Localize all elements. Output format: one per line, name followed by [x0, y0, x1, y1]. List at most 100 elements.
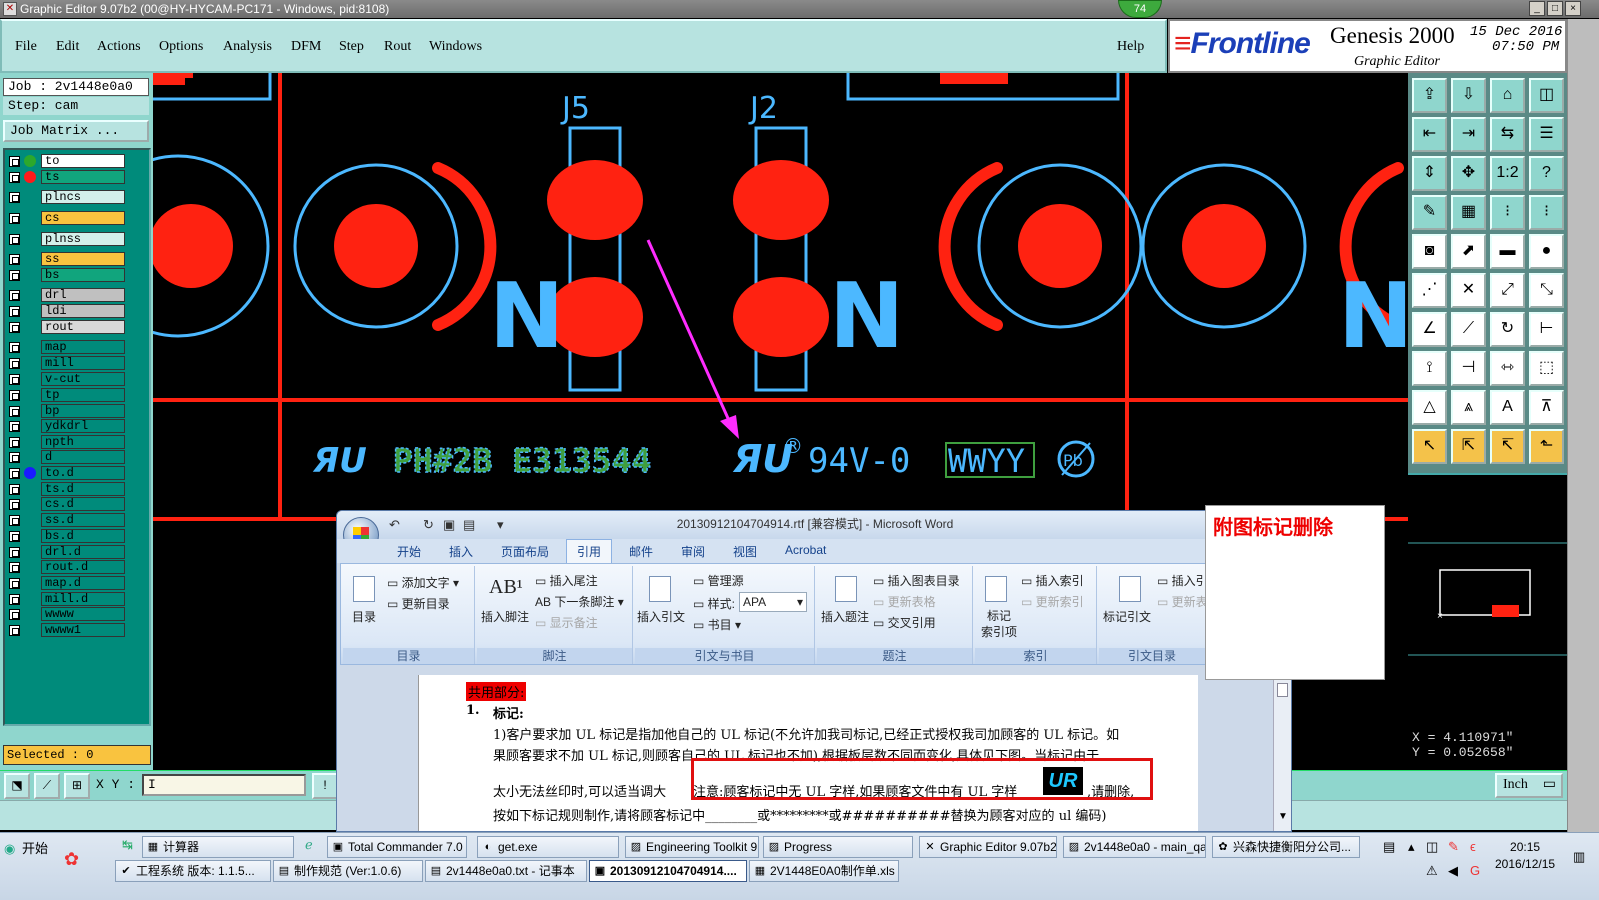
stretch-tool-icon[interactable]: ⤡	[1529, 273, 1564, 308]
cross-reference-button[interactable]: ▭ 交叉引用	[873, 614, 936, 631]
taskbar-item[interactable]: ◐ get.exe	[477, 836, 619, 858]
layer-row-to-d[interactable]: to.d	[9, 466, 127, 480]
layer-checkbox[interactable]	[9, 270, 20, 281]
layer-row-mill-d[interactable]: mill.d	[9, 592, 127, 606]
layer-row-wwww1[interactable]: wwww1	[9, 623, 127, 637]
snap-tool-icon[interactable]: ⁝	[1490, 195, 1525, 230]
split-view-icon[interactable]: ◫	[1529, 78, 1564, 113]
layer-name[interactable]: npth	[41, 435, 125, 449]
toc-button[interactable]: 目录	[352, 608, 376, 625]
save-icon[interactable]: ▣	[443, 517, 455, 533]
insert-citation-button[interactable]: 插入引文	[637, 608, 685, 625]
transform-tool-icon[interactable]: ⬚	[1529, 351, 1564, 386]
layer-row-drl-d[interactable]: drl.d	[9, 545, 127, 559]
mark-entry-button[interactable]: 标记 索引项	[981, 608, 1017, 640]
insert-caption-button[interactable]: 插入题注	[821, 608, 869, 625]
layer-name[interactable]: rout	[41, 320, 125, 334]
volume-icon[interactable]: ◀	[1448, 863, 1458, 879]
tray-icon[interactable]: ◫	[1426, 839, 1438, 855]
rotate-tool-icon[interactable]: ↻	[1490, 312, 1525, 347]
close-button[interactable]: ×	[1565, 1, 1581, 16]
show-notes-button[interactable]: ▭ 显示备注	[535, 614, 598, 631]
layer-name[interactable]: mill.d	[41, 592, 125, 606]
pan-up-icon[interactable]: ⇪	[1412, 78, 1447, 113]
layer-name[interactable]: map.d	[41, 576, 125, 590]
place-tool-icon[interactable]: ⟟	[1412, 351, 1447, 386]
layer-checkbox[interactable]	[9, 322, 20, 333]
text-tool-icon[interactable]: A	[1490, 390, 1525, 425]
layer-name[interactable]: tp	[41, 388, 125, 402]
layer-row-ss[interactable]: ss	[9, 252, 127, 266]
layer-name[interactable]: bs.d	[41, 529, 125, 543]
tray-expand-icon[interactable]: ▴	[1408, 839, 1415, 855]
layer-checkbox[interactable]	[9, 609, 20, 620]
connect-tool-icon[interactable]: ⋰	[1412, 273, 1447, 308]
unit-selector[interactable]: Inch ▭	[1495, 773, 1563, 798]
job-matrix-button[interactable]: Job Matrix ...	[3, 120, 149, 142]
zoom-tool-button[interactable]: ⬔	[4, 773, 30, 799]
update-toc-button[interactable]: ▭ 更新目录	[387, 595, 450, 612]
menu-dfm[interactable]: DFM	[291, 39, 321, 55]
layer-checkbox[interactable]	[9, 290, 20, 301]
flip-tool-icon[interactable]: ⊣	[1451, 351, 1486, 386]
layer-row-bs[interactable]: bs	[9, 268, 127, 282]
document-scrollbar[interactable]: ▼	[1273, 675, 1291, 831]
grid-tool-icon[interactable]: ▦	[1451, 195, 1486, 230]
tray-icon[interactable]: ϵ	[1470, 839, 1476, 854]
help-icon[interactable]: ?	[1529, 156, 1564, 191]
layer-checkbox[interactable]	[9, 374, 20, 385]
quicklaunch-icon[interactable]: ↹	[122, 837, 133, 853]
layer-row-bp[interactable]: bp	[9, 404, 127, 418]
customize-qat-icon[interactable]: ▾	[497, 517, 504, 533]
insert-tof-button[interactable]: ▭ 插入图表目录	[873, 572, 960, 589]
layer-checkbox[interactable]	[9, 484, 20, 495]
layer-checkbox[interactable]	[9, 578, 20, 589]
taskbar-item[interactable]: ▨ 2v1448e0a0 - main_qa	[1063, 836, 1206, 858]
box-select-tool-icon[interactable]: ⇱	[1451, 429, 1486, 464]
layer-row-npth[interactable]: npth	[9, 435, 127, 449]
pan-right-icon[interactable]: ⇥	[1451, 117, 1486, 152]
layer-row-bs-d[interactable]: bs.d	[9, 529, 127, 543]
layer-name[interactable]: drl.d	[41, 545, 125, 559]
layer-checkbox[interactable]	[9, 562, 20, 573]
layer-name[interactable]: plnss	[41, 232, 125, 246]
menu-help[interactable]: Help	[1117, 39, 1144, 55]
open-icon[interactable]: ▤	[463, 517, 475, 533]
layer-row-cs-d[interactable]: cs.d	[9, 497, 127, 511]
start-button[interactable]: ◉ 开始	[2, 837, 54, 861]
grid-tool-button[interactable]: ⊞	[64, 773, 90, 799]
layer-name[interactable]: ydkdrl	[41, 419, 125, 433]
pan-down-icon[interactable]: ⇩	[1451, 78, 1486, 113]
insert-footnote-button[interactable]: 插入脚注	[481, 608, 529, 625]
menu-options[interactable]: Options	[159, 39, 203, 55]
antivirus-icon[interactable]: G	[1470, 863, 1480, 878]
fit-vertical-icon[interactable]: ⇕	[1412, 156, 1447, 191]
move-tool-icon[interactable]: ⤢	[1490, 273, 1525, 308]
layer-row-ldi[interactable]: ldi	[9, 304, 127, 318]
layer-name[interactable]: to	[41, 154, 125, 168]
insert-endnote-button[interactable]: ▭ 插入尾注	[535, 572, 598, 589]
arc-tool-icon[interactable]: ⊼	[1529, 390, 1564, 425]
taskbar-item[interactable]: ▤ 2v1448e0a0.txt - 记事本	[425, 860, 587, 882]
layer-name[interactable]: ss.d	[41, 513, 125, 527]
layer-checkbox[interactable]	[9, 254, 20, 265]
next-footnote-button[interactable]: AB 下一条脚注 ▾	[535, 593, 624, 610]
tab-insert[interactable]: 插入	[449, 543, 473, 560]
layer-row-mill[interactable]: mill	[9, 356, 127, 370]
tab-review[interactable]: 审阅	[681, 543, 705, 560]
overview-map[interactable]: ×	[1408, 473, 1567, 728]
shape-tool-icon[interactable]: △	[1412, 390, 1447, 425]
system-clock[interactable]: 20:15 2016/12/15	[1495, 839, 1555, 873]
show-desktop-icon[interactable]: ▥	[1573, 849, 1585, 865]
layer-row-ts-d[interactable]: ts.d	[9, 482, 127, 496]
layer-name[interactable]: map	[41, 340, 125, 354]
layer-checkbox[interactable]	[9, 437, 20, 448]
layer-name[interactable]: bs	[41, 268, 125, 282]
layer-checkbox[interactable]	[9, 390, 20, 401]
layer-row-plnss[interactable]: plnss	[9, 232, 127, 246]
menu-rout[interactable]: Rout	[384, 39, 411, 55]
taskbar-item[interactable]: ▣ Total Commander 7.0 ...	[327, 836, 467, 858]
insert-index-button[interactable]: ▭ 插入索引	[1021, 572, 1084, 589]
layer-checkbox[interactable]	[9, 452, 20, 463]
layer-row-map-d[interactable]: map.d	[9, 576, 127, 590]
